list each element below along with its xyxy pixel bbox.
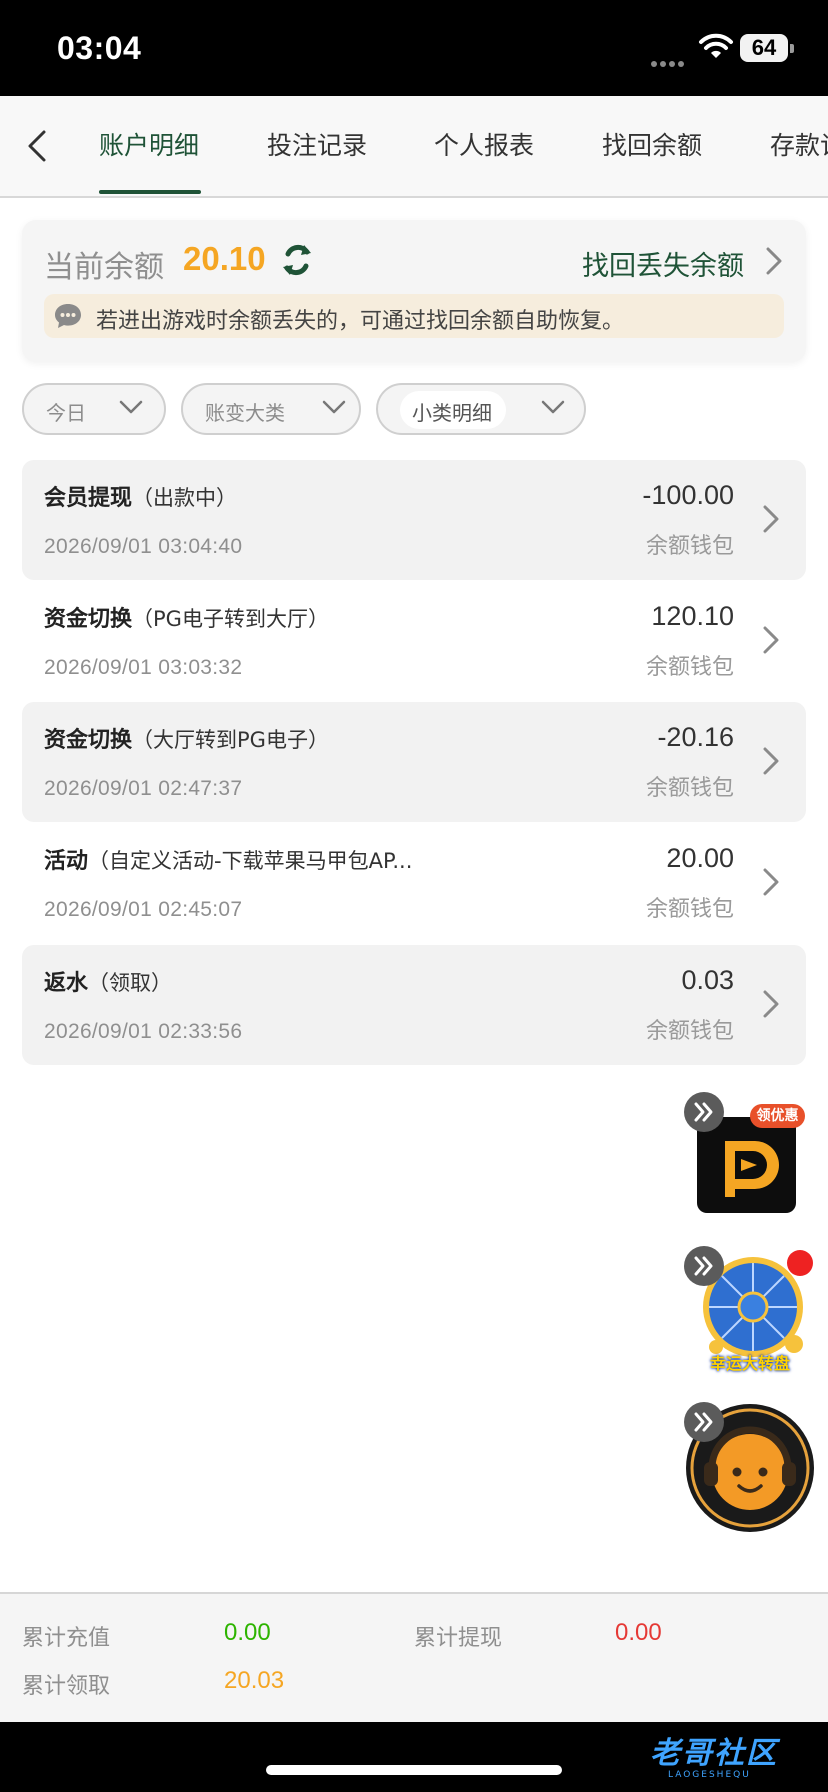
filter-date[interactable]: 今日 <box>22 383 166 435</box>
record-title: 返水（领取） <box>44 965 172 997</box>
chevron-down-icon <box>541 400 565 414</box>
tab-deposit-records[interactable]: 存款记 <box>770 126 828 162</box>
record-type: 会员提现 <box>44 486 133 511</box>
chevron-right-icon <box>763 747 779 775</box>
back-chevron-icon[interactable] <box>18 124 58 168</box>
record-amount: 0.03 <box>681 965 734 995</box>
record-subtype: （出款中） <box>132 486 238 510</box>
summary-panel: 累计充值 0.00 累计提现 0.00 累计领取 20.03 <box>0 1592 828 1724</box>
promo-badge[interactable]: 领优惠 <box>750 1104 805 1128</box>
total-withdraw-value: 0.00 <box>615 1619 662 1646</box>
chevron-right-icon <box>763 990 779 1018</box>
record-amount: 20.00 <box>666 843 734 873</box>
record-type: 返水 <box>44 971 89 996</box>
record-row[interactable]: 返水（领取） 2026/09/01 02:33:56 0.03 余额钱包 <box>22 945 806 1065</box>
record-time: 2026/09/01 03:04:40 <box>44 535 243 558</box>
record-title: 活动（自定义活动-下载苹果马甲包AP... <box>44 843 412 875</box>
record-wallet: 余额钱包 <box>645 776 734 801</box>
chevron-right-icon <box>763 626 779 654</box>
notification-dot <box>787 1250 813 1276</box>
record-time: 2026/09/01 03:03:32 <box>44 656 243 679</box>
tab-account-details[interactable]: 账户明细 <box>99 126 199 162</box>
chat-bubble-icon <box>55 304 81 328</box>
total-recharge-label: 累计充值 <box>22 1626 111 1651</box>
notice-banner: 若进出游戏时余额丢失的，可通过找回余额自助恢复。 <box>44 294 784 338</box>
home-indicator[interactable] <box>266 1765 562 1775</box>
total-withdraw-label: 累计提现 <box>414 1626 503 1651</box>
balance-value: 20.10 <box>183 240 266 277</box>
record-row[interactable]: 资金切换（PG电子转到大厅） 2026/09/01 03:03:32 120.1… <box>22 581 806 701</box>
watermark-subtext: LAOGESHEQU <box>668 1770 751 1780</box>
filter-subcategory[interactable]: 小类明细 <box>376 383 586 435</box>
record-type: 活动 <box>44 849 89 874</box>
total-claim-label: 累计领取 <box>22 1674 111 1699</box>
total-recharge-value: 0.00 <box>224 1619 271 1646</box>
record-row[interactable]: 资金切换（大厅转到PG电子） 2026/09/01 02:47:37 -20.1… <box>22 702 806 822</box>
cellular-signal-icon <box>651 52 691 67</box>
record-time: 2026/09/01 02:33:56 <box>44 1020 243 1043</box>
double-chevron-right-icon <box>694 1102 713 1122</box>
refresh-icon[interactable] <box>280 242 314 278</box>
record-subtype: （PG电子转到大厅） <box>132 607 329 631</box>
record-amount: -20.16 <box>657 722 734 752</box>
record-wallet: 余额钱包 <box>645 655 734 680</box>
lucky-wheel-label[interactable]: 幸运大转盘 <box>700 1350 800 1374</box>
collapse-service-button[interactable] <box>684 1402 724 1442</box>
record-wallet: 余额钱包 <box>645 534 734 559</box>
chevron-down-icon <box>322 400 346 414</box>
record-subtype: （自定义活动-下载苹果马甲包AP... <box>88 849 413 873</box>
watermark-logo: 老哥社区 <box>650 1736 778 1771</box>
total-claim-value: 20.03 <box>224 1667 285 1694</box>
record-wallet: 余额钱包 <box>645 897 734 922</box>
wifi-icon <box>699 33 733 58</box>
double-chevron-right-icon <box>694 1412 713 1432</box>
filter-subcategory-label: 小类明细 <box>412 401 492 425</box>
record-time: 2026/09/01 02:45:07 <box>44 898 243 921</box>
chevron-right-icon[interactable] <box>763 244 785 278</box>
record-amount: 120.10 <box>651 601 734 631</box>
active-tab-indicator <box>99 190 201 194</box>
double-chevron-right-icon <box>694 1256 713 1276</box>
record-title: 资金切换（PG电子转到大厅） <box>44 601 329 633</box>
recover-lost-balance-link[interactable]: 找回丢失余额 <box>582 244 744 283</box>
tab-personal-report[interactable]: 个人报表 <box>434 126 534 162</box>
battery-cap-icon <box>790 44 794 53</box>
balance-label: 当前余额 <box>44 250 164 285</box>
record-title: 资金切换（大厅转到PG电子） <box>44 722 329 754</box>
record-row[interactable]: 会员提现（出款中） 2026/09/01 03:04:40 -100.00 余额… <box>22 460 806 580</box>
record-type: 资金切换 <box>44 607 133 632</box>
notice-text: 若进出游戏时余额丢失的，可通过找回余额自助恢复。 <box>96 309 625 334</box>
tab-bet-records[interactable]: 投注记录 <box>267 126 367 162</box>
record-time: 2026/09/01 02:47:37 <box>44 777 243 800</box>
chevron-down-icon <box>119 400 143 414</box>
record-type: 资金切换 <box>44 728 133 753</box>
filter-category-label: 账变大类 <box>205 401 285 425</box>
record-subtype: （大厅转到PG电子） <box>132 728 329 752</box>
tab-recover-balance[interactable]: 找回余额 <box>602 126 702 162</box>
balance-card: 当前余额 20.10 找回丢失余额 若进出游戏时余额丢失的，可通过找回余额自助恢… <box>22 220 806 362</box>
record-subtype: （领取） <box>88 971 173 995</box>
collapse-promo-button[interactable] <box>684 1092 724 1132</box>
tab-bar: 账户明细 投注记录 个人报表 找回余额 存款记 <box>0 96 828 198</box>
filter-date-label: 今日 <box>46 401 86 425</box>
chevron-right-icon <box>763 505 779 533</box>
collapse-wheel-button[interactable] <box>684 1246 724 1286</box>
battery-indicator: 64 <box>740 34 788 62</box>
chevron-right-icon <box>763 868 779 896</box>
status-bar: 03:04 64 <box>0 0 828 96</box>
record-wallet: 余额钱包 <box>645 1019 734 1044</box>
status-time: 03:04 <box>57 30 142 66</box>
record-row[interactable]: 活动（自定义活动-下载苹果马甲包AP... 2026/09/01 02:45:0… <box>22 823 806 943</box>
record-amount: -100.00 <box>642 480 734 510</box>
record-title: 会员提现（出款中） <box>44 480 237 512</box>
filter-category[interactable]: 账变大类 <box>181 383 361 435</box>
